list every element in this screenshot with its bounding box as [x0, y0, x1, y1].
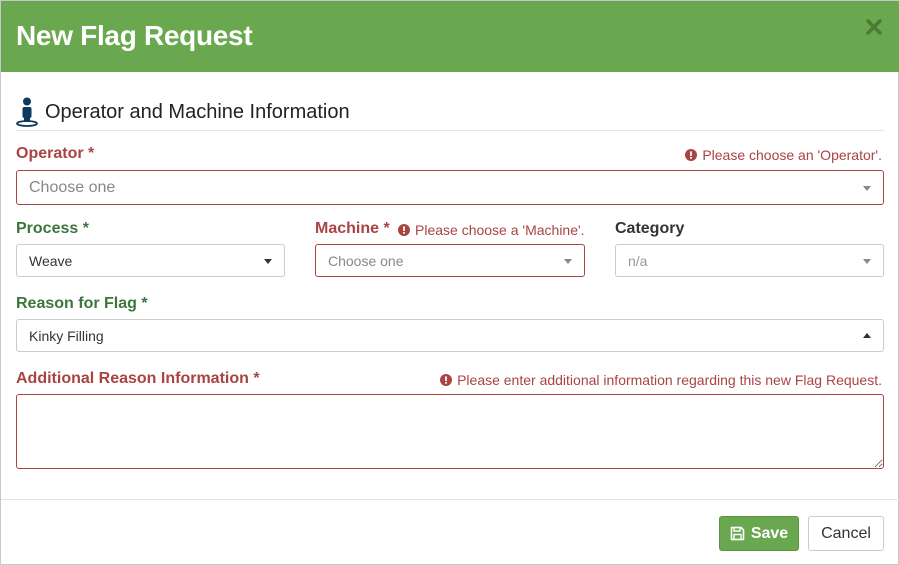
section-divider — [16, 130, 884, 131]
reason-value: Kinky Filling — [29, 327, 104, 344]
operator-error-text: Please choose an 'Operator'. — [702, 147, 882, 163]
operator-label: Operator * — [16, 145, 95, 162]
footer-divider — [1, 499, 899, 500]
exclamation-circle-icon — [440, 374, 453, 386]
additional-error-text: Please enter additional information rega… — [457, 372, 882, 388]
close-button[interactable] — [864, 17, 884, 37]
machine-error: Please choose a 'Machine'. — [398, 222, 585, 238]
cancel-label: Cancel — [821, 524, 871, 542]
chevron-up-icon — [863, 332, 871, 338]
save-button[interactable]: Save — [719, 516, 799, 551]
process-label: Process * — [16, 220, 89, 237]
additional-error: Please enter additional information rega… — [440, 372, 882, 388]
category-label: Category — [615, 220, 685, 237]
section-title: Operator and Machine Information — [45, 100, 350, 123]
category-value: n/a — [628, 252, 648, 269]
cancel-button[interactable]: Cancel — [808, 516, 884, 551]
category-select[interactable]: n/a — [615, 244, 884, 277]
process-value: Weave — [29, 252, 73, 269]
save-icon — [730, 526, 745, 541]
section-header: Operator and Machine Information — [16, 97, 350, 127]
operator-error: Please choose an 'Operator'. — [685, 147, 882, 163]
process-select[interactable]: Weave — [16, 244, 285, 277]
save-label: Save — [750, 524, 789, 542]
operator-placeholder: Choose one — [29, 178, 116, 196]
machine-select[interactable]: Choose one — [315, 244, 585, 277]
chevron-down-icon — [564, 258, 572, 264]
operator-select[interactable]: Choose one — [16, 170, 884, 205]
chevron-down-icon — [863, 185, 871, 191]
exclamation-circle-icon — [685, 149, 698, 161]
additional-label: Additional Reason Information * — [16, 370, 260, 387]
machine-placeholder: Choose one — [328, 252, 404, 269]
reason-select[interactable]: Kinky Filling — [16, 319, 884, 352]
chevron-down-icon — [264, 258, 272, 264]
close-icon — [866, 19, 882, 35]
dialog-title: New Flag Request — [16, 20, 253, 51]
reason-label: Reason for Flag * — [16, 295, 148, 312]
dialog-header: New Flag Request — [1, 1, 899, 72]
machine-error-text: Please choose a 'Machine'. — [415, 222, 585, 238]
chevron-down-icon — [863, 258, 871, 264]
person-icon — [16, 97, 38, 127]
machine-label: Machine * — [315, 220, 390, 237]
exclamation-circle-icon — [398, 224, 410, 236]
additional-info-textarea[interactable] — [16, 394, 884, 469]
new-flag-request-dialog: New Flag Request Operator and Machine In… — [0, 0, 899, 565]
